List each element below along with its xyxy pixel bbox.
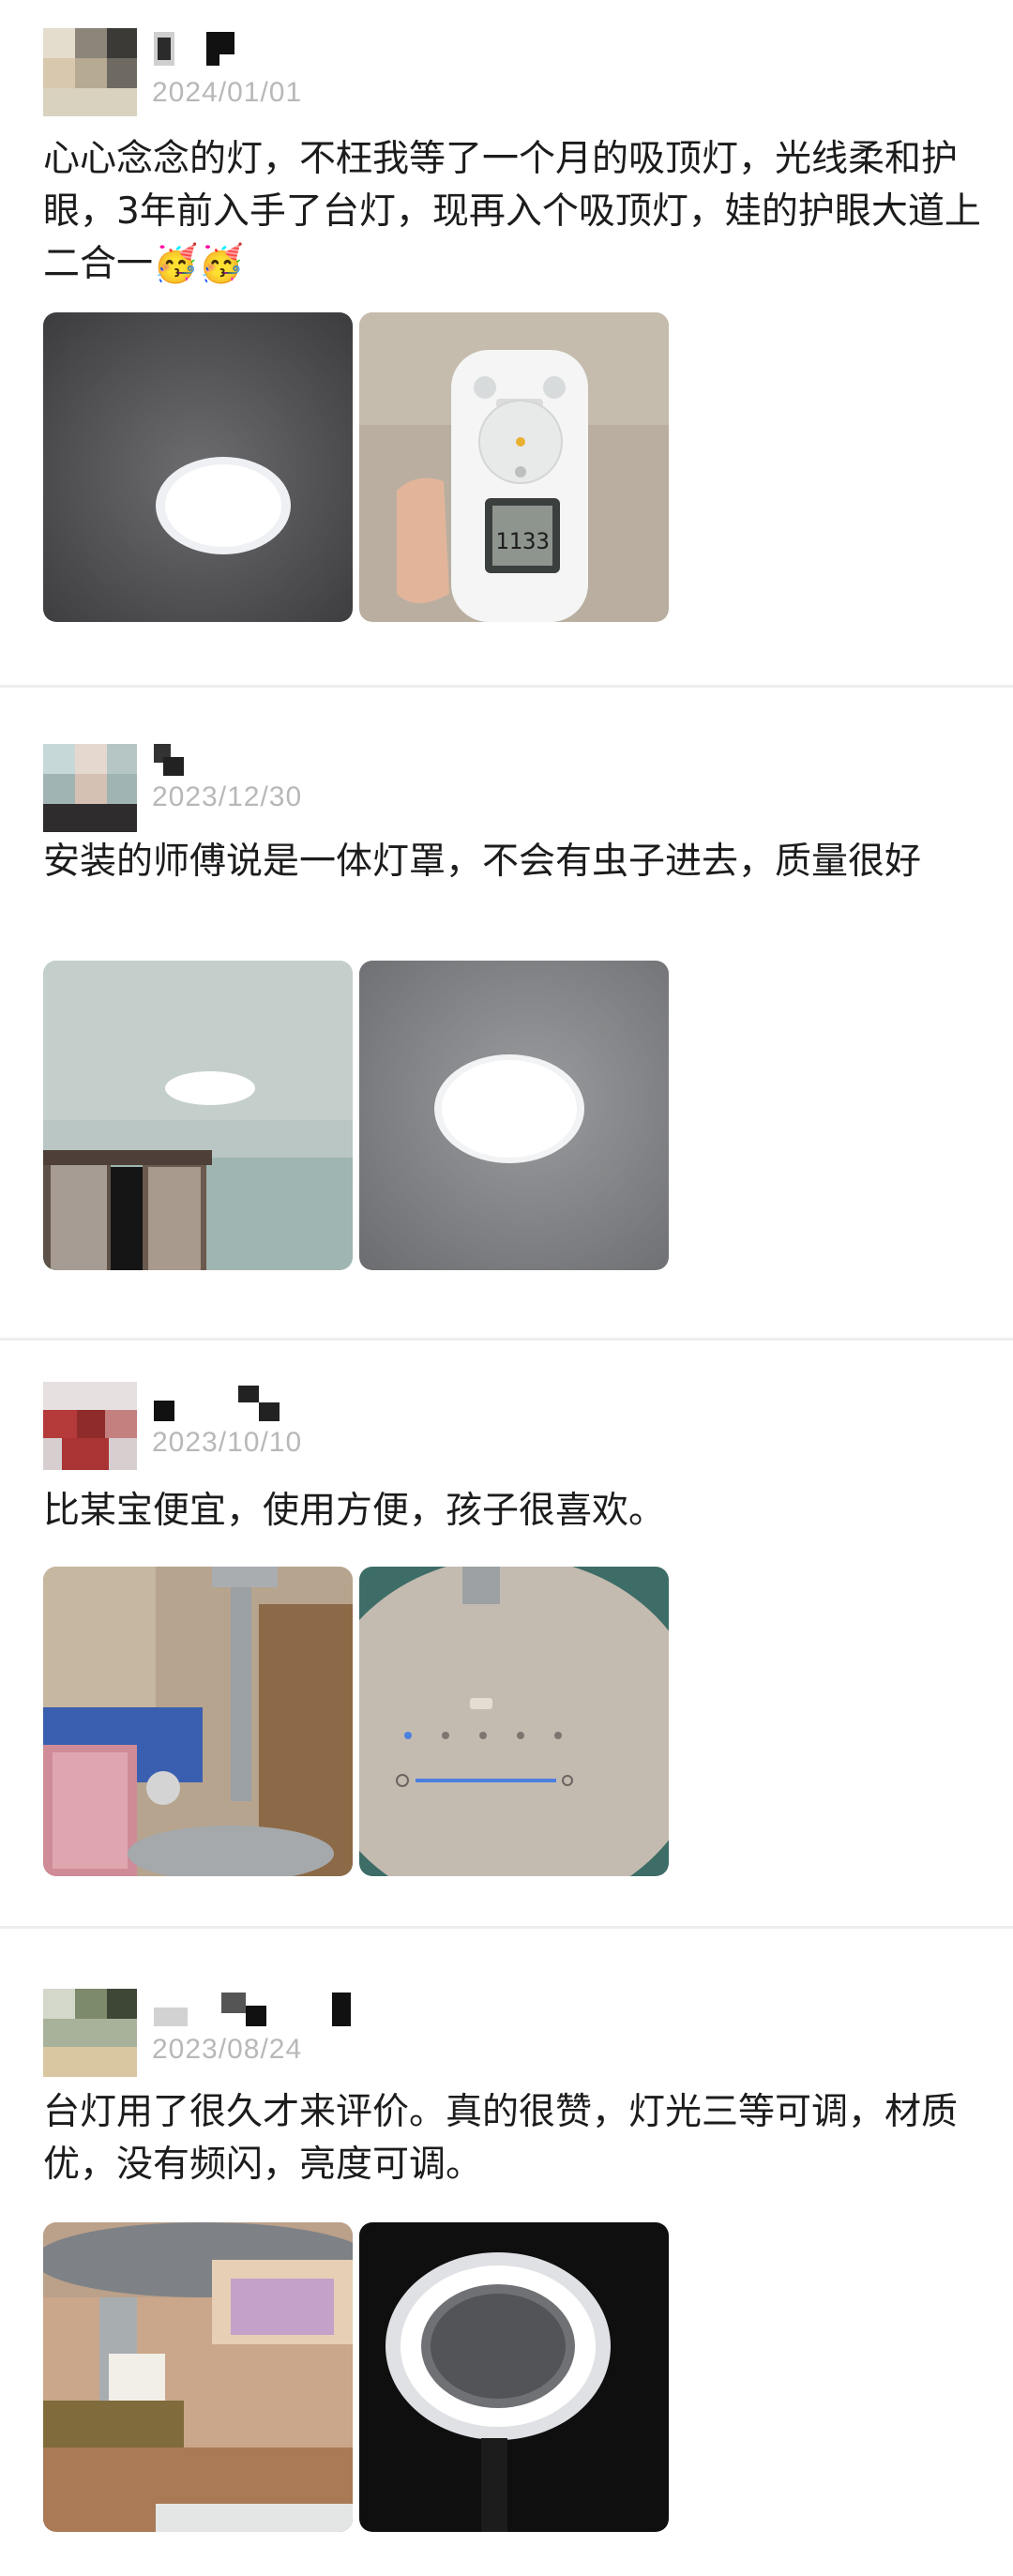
review-text: 比某宝便宜，使用方便，孩子很喜欢。 (43, 1490, 666, 1532)
review-card: 2023/10/10 比某宝便宜，使用方便，孩子很喜欢。 (0, 1341, 1013, 1926)
review-photo[interactable] (359, 961, 669, 1270)
review-date: 2023/12/30 (152, 781, 303, 812)
review-text: 心心念念的灯，不枉我等了一个月的吸顶灯，光线柔和护眼，3年前入手了台灯，现再入个… (43, 138, 981, 285)
review-photo[interactable]: 1133 (359, 312, 669, 622)
ring-lamp-photo (359, 2222, 669, 2532)
ceiling-light-photo (359, 961, 669, 1270)
review-feed: 2024/01/01 心心念念的灯，不枉我等了一个月的吸顶灯，光线柔和护眼，3年… (0, 0, 1013, 2576)
username-masked (154, 1386, 398, 1423)
review-card: 2023/08/24 台灯用了很久才来评价。真的很赞，灯光三等可调，材质优，没有… (0, 1929, 1013, 2576)
ceiling-light-photo (43, 312, 353, 622)
desk-lamp-room-photo (43, 1567, 353, 1876)
room-ceiling-photo (43, 961, 353, 1270)
username-masked (154, 744, 398, 781)
desk-lamp-desk-photo (43, 2222, 353, 2532)
review-date: 2023/10/10 (152, 1427, 303, 1458)
review-photo[interactable] (43, 961, 353, 1270)
review-photo[interactable] (359, 2222, 669, 2532)
username-masked (154, 1993, 398, 2030)
lamp-control-panel-photo (359, 1567, 669, 1876)
review-card: 2023/12/30 安装的师傅说是一体灯罩，不会有虫子进去，质量很好 (0, 688, 1013, 1338)
avatar[interactable] (43, 28, 137, 116)
review-text: 安装的师傅说是一体灯罩，不会有虫子进去，质量很好 (43, 841, 922, 883)
review-date: 2024/01/01 (152, 77, 303, 108)
avatar[interactable] (43, 1382, 137, 1470)
review-photo[interactable] (43, 1567, 353, 1876)
avatar[interactable] (43, 744, 137, 832)
review-photo[interactable] (43, 2222, 353, 2532)
remote-control-photo: 1133 (359, 312, 669, 622)
review-photo[interactable] (43, 312, 353, 622)
avatar[interactable] (43, 1989, 137, 2077)
username-masked (154, 32, 398, 69)
review-text: 台灯用了很久才来评价。真的很赞，灯光三等可调，材质优，没有频闪，亮度可调。 (43, 2091, 959, 2186)
review-date: 2023/08/24 (152, 2034, 303, 2065)
review-photo[interactable] (359, 1567, 669, 1876)
review-card: 2024/01/01 心心念念的灯，不枉我等了一个月的吸顶灯，光线柔和护眼，3年… (0, 0, 1013, 685)
remote-display-digits: 1133 (495, 528, 550, 554)
